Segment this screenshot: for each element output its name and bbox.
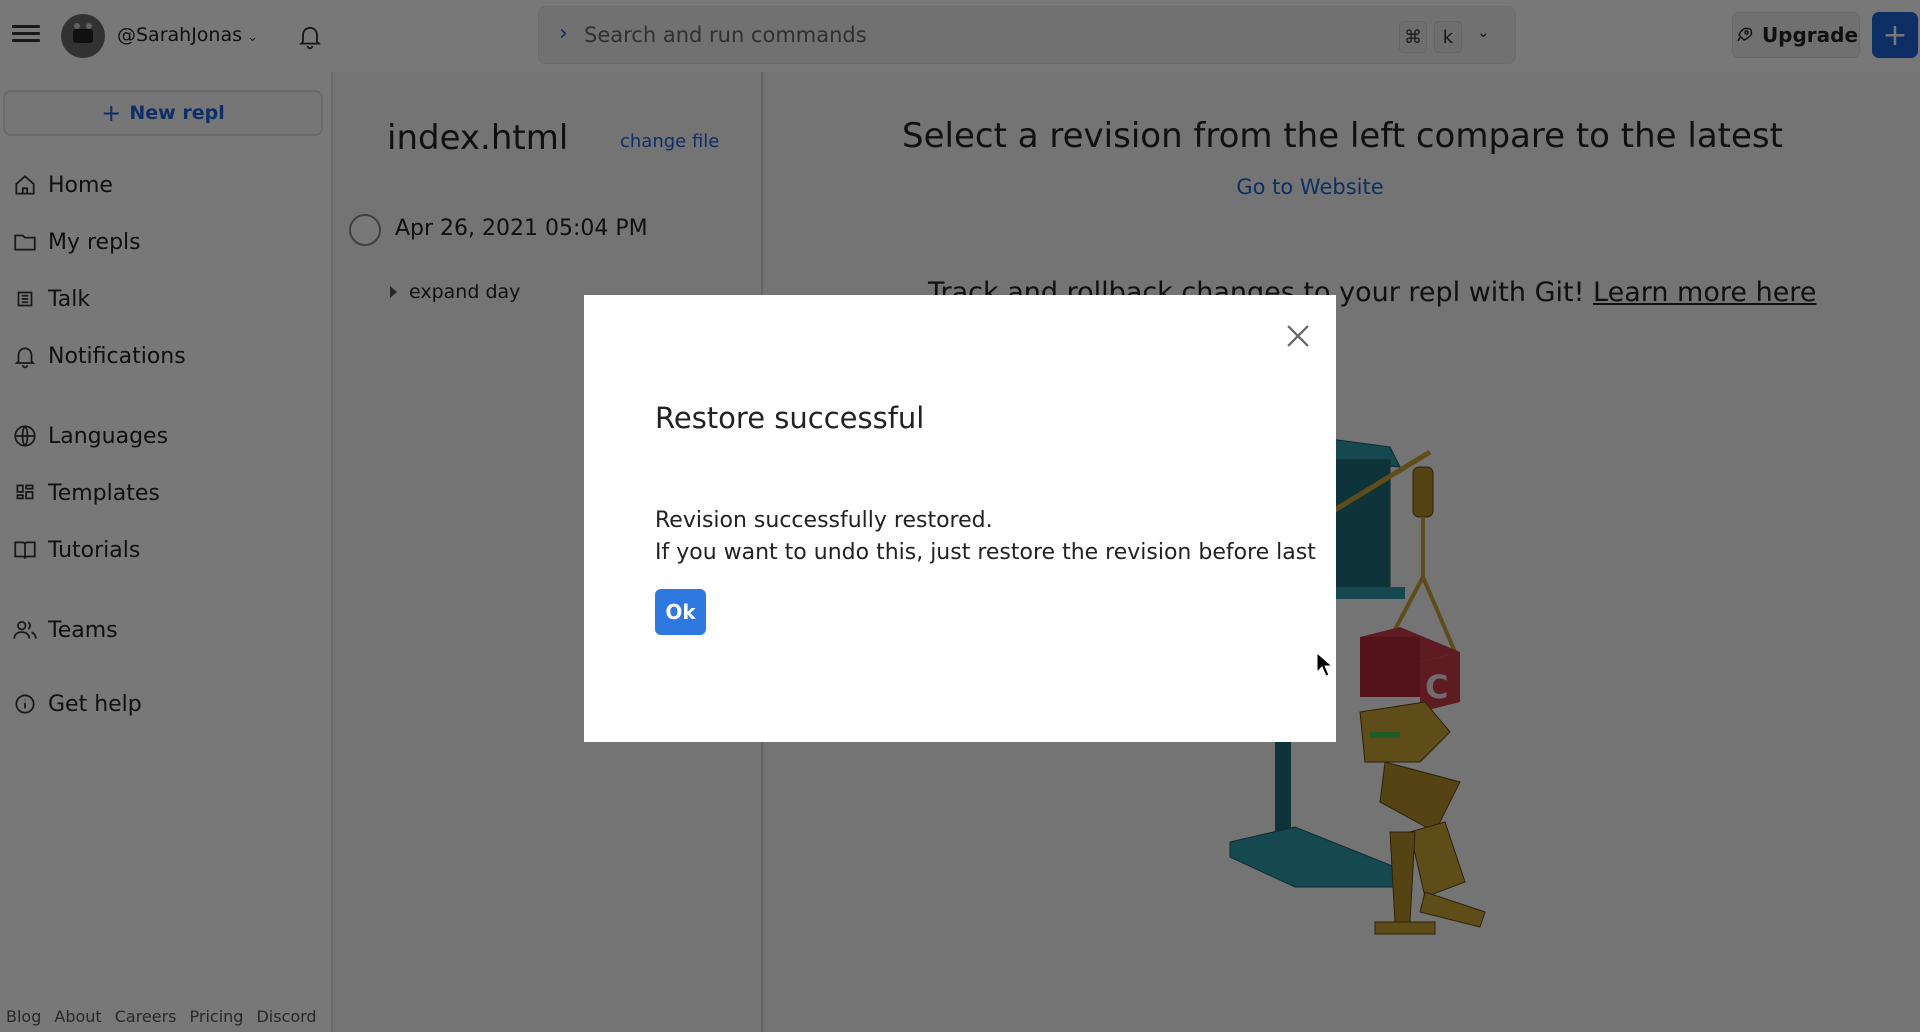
close-icon[interactable] [1281,319,1315,353]
dialog-message: Revision successfully restored. If you w… [655,505,1316,569]
dialog-message-line-2: If you want to undo this, just restore t… [655,540,1316,565]
dialog-title: Restore successful [655,401,925,435]
dialog-message-line-1: Revision successfully restored. [655,508,993,533]
ok-button[interactable]: Ok [655,589,706,635]
mouse-cursor-icon [1316,652,1334,677]
restore-success-dialog: Restore successful Revision successfully… [584,295,1336,742]
